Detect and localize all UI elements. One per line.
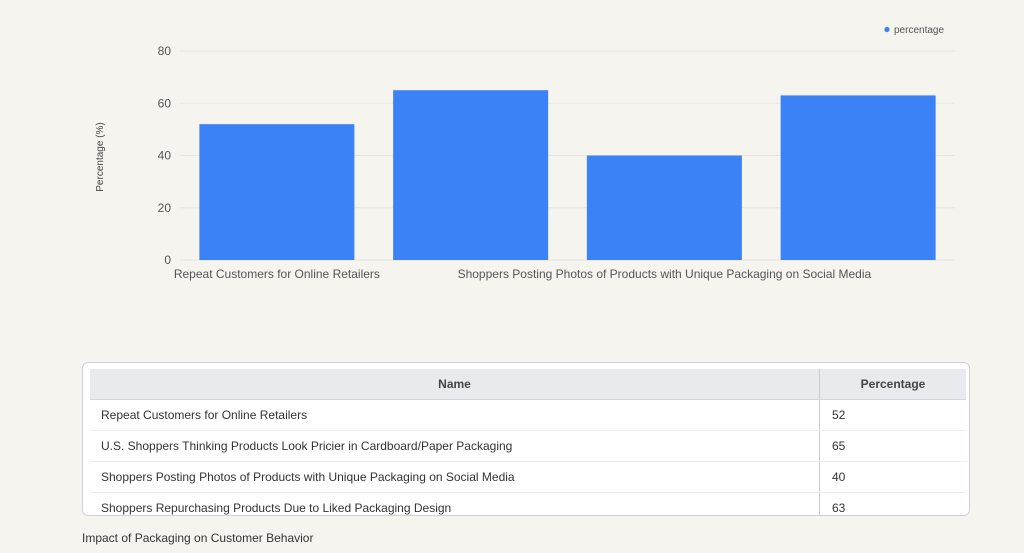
bar bbox=[393, 90, 549, 260]
bar bbox=[199, 124, 355, 261]
bar bbox=[586, 155, 742, 260]
y-tick-label: 60 bbox=[158, 96, 172, 110]
x-tick-label: Shoppers Posting Photos of Products with… bbox=[458, 267, 872, 281]
row-name-cell: Shoppers Repurchasing Products Due to Li… bbox=[90, 492, 820, 515]
row-name-cell: Shoppers Posting Photos of Products with… bbox=[90, 461, 820, 493]
y-tick-label: 80 bbox=[158, 44, 172, 58]
table-row: U.S. Shoppers Thinking Products Look Pri… bbox=[90, 430, 966, 462]
table-header-row: Name Percentage bbox=[90, 369, 966, 400]
legend-label: percentage bbox=[894, 25, 944, 36]
x-axis-labels: Repeat Customers for Online Retailers Sho… bbox=[174, 267, 872, 281]
y-tick-label: 20 bbox=[158, 201, 172, 215]
y-axis-ticks: 0 20 40 60 80 bbox=[158, 44, 172, 267]
bars bbox=[199, 90, 936, 261]
row-name-cell: U.S. Shoppers Thinking Products Look Pri… bbox=[90, 430, 820, 462]
row-value-cell: 65 bbox=[819, 430, 966, 462]
y-tick-label: 40 bbox=[158, 149, 172, 163]
data-table: Name Percentage Repeat Customers for Onl… bbox=[90, 369, 966, 515]
y-tick-label: 0 bbox=[164, 253, 171, 267]
row-value-cell: 63 bbox=[832, 501, 846, 515]
bar-chart: 0 20 40 60 80 Repeat Customers for Online Re… bbox=[95, 25, 955, 281]
column-header-name: Name bbox=[90, 369, 820, 400]
row-value-cell: 52 bbox=[819, 399, 966, 431]
row-name-cell: Repeat Customers for Online Retailers bbox=[90, 399, 820, 431]
bar bbox=[780, 95, 936, 260]
legend-marker bbox=[884, 26, 890, 33]
data-table-card: Name Percentage Repeat Customers for Onl… bbox=[82, 362, 970, 516]
row-value-cell: 40 bbox=[819, 461, 966, 493]
column-header-percentage: Percentage bbox=[819, 369, 966, 400]
chart-caption: Impact of Packaging on Customer Behavior bbox=[82, 531, 314, 545]
legend: percentage bbox=[884, 25, 944, 36]
table-row: Repeat Customers for Online Retailers 52 bbox=[90, 399, 966, 431]
y-axis-label: Percentage (%) bbox=[95, 122, 106, 191]
table-row: Shoppers Repurchasing Products Due to Li… bbox=[90, 492, 966, 515]
table-row: Shoppers Posting Photos of Products with… bbox=[90, 461, 966, 493]
x-tick-label: Repeat Customers for Online Retailers bbox=[174, 267, 380, 281]
